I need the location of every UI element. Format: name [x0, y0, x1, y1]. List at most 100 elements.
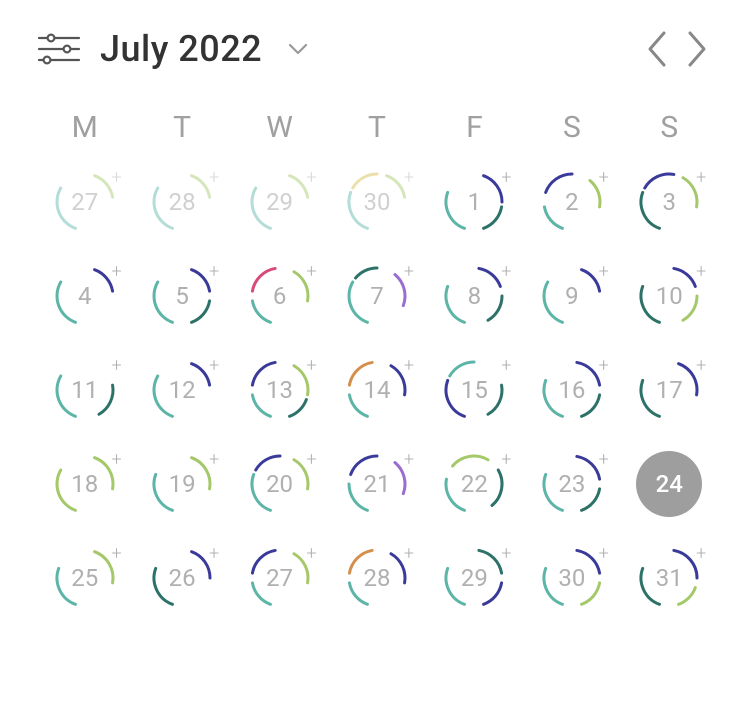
add-event-plus-icon[interactable]: + [404, 263, 414, 281]
day-number: 9 [565, 282, 579, 310]
add-event-plus-icon[interactable]: + [306, 545, 316, 563]
add-event-plus-icon[interactable]: + [696, 357, 706, 375]
weekday-label: M [36, 110, 133, 145]
day-cell[interactable]: 15+ [441, 357, 507, 423]
day-cell[interactable]: 31+ [636, 545, 702, 611]
day-number: 18 [71, 470, 98, 498]
add-event-plus-icon[interactable]: + [404, 357, 414, 375]
day-cell[interactable]: 25+ [52, 545, 118, 611]
add-event-plus-icon[interactable]: + [599, 451, 609, 469]
add-event-plus-icon[interactable]: + [404, 545, 414, 563]
day-cell[interactable]: 28+ [149, 169, 215, 235]
day-cell[interactable]: 3+ [636, 169, 702, 235]
add-event-plus-icon[interactable]: + [209, 451, 219, 469]
weekday-label: T [133, 110, 230, 145]
add-event-plus-icon[interactable]: + [501, 357, 511, 375]
weekday-label: F [426, 110, 523, 145]
day-cell[interactable]: 19+ [149, 451, 215, 517]
weekday-label: W [231, 110, 328, 145]
day-cell[interactable]: 5+ [149, 263, 215, 329]
day-cell[interactable]: 30+ [539, 545, 605, 611]
add-event-plus-icon[interactable]: + [696, 545, 706, 563]
day-cell[interactable]: 18+ [52, 451, 118, 517]
days-grid: 27+28+29+30+1+2+3+4+5+6+7+8+9+10+11+12+1… [36, 169, 718, 611]
add-event-plus-icon[interactable]: + [306, 169, 316, 187]
add-event-plus-icon[interactable]: + [404, 169, 414, 187]
add-event-plus-icon[interactable]: + [501, 545, 511, 563]
add-event-plus-icon[interactable]: + [501, 169, 511, 187]
add-event-plus-icon[interactable]: + [696, 263, 706, 281]
add-event-plus-icon[interactable]: + [306, 263, 316, 281]
add-event-plus-icon[interactable]: + [209, 357, 219, 375]
day-number: 12 [169, 376, 196, 404]
weekday-label: S [523, 110, 620, 145]
day-cell[interactable]: 21+ [344, 451, 410, 517]
month-nav [644, 29, 718, 69]
month-year-title[interactable]: July 2022 [100, 28, 262, 70]
day-cell[interactable]: 23+ [539, 451, 605, 517]
day-cell[interactable]: 7+ [344, 263, 410, 329]
day-number: 1 [468, 188, 482, 216]
add-event-plus-icon[interactable]: + [112, 169, 122, 187]
add-event-plus-icon[interactable]: + [209, 545, 219, 563]
day-cell[interactable]: 26+ [149, 545, 215, 611]
add-event-plus-icon[interactable]: + [696, 451, 706, 469]
day-number: 27 [266, 564, 293, 592]
day-cell[interactable]: 16+ [539, 357, 605, 423]
add-event-plus-icon[interactable]: + [599, 169, 609, 187]
day-number: 29 [461, 564, 488, 592]
day-number: 13 [266, 376, 293, 404]
day-cell[interactable]: 10+ [636, 263, 702, 329]
day-number: 31 [656, 564, 683, 592]
add-event-plus-icon[interactable]: + [599, 545, 609, 563]
add-event-plus-icon[interactable]: + [404, 451, 414, 469]
add-event-plus-icon[interactable]: + [209, 263, 219, 281]
day-cell[interactable]: 12+ [149, 357, 215, 423]
add-event-plus-icon[interactable]: + [599, 357, 609, 375]
day-cell[interactable]: 30+ [344, 169, 410, 235]
day-cell[interactable]: 8+ [441, 263, 507, 329]
weekday-label: S [621, 110, 718, 145]
add-event-plus-icon[interactable]: + [696, 169, 706, 187]
day-cell[interactable]: 24+ [636, 451, 702, 517]
day-number: 19 [169, 470, 196, 498]
chevron-down-icon[interactable] [288, 40, 308, 59]
add-event-plus-icon[interactable]: + [306, 357, 316, 375]
add-event-plus-icon[interactable]: + [112, 357, 122, 375]
day-number: 2 [565, 188, 579, 216]
add-event-plus-icon[interactable]: + [501, 263, 511, 281]
day-cell[interactable]: 11+ [52, 357, 118, 423]
day-number: 14 [363, 376, 390, 404]
day-cell[interactable]: 22+ [441, 451, 507, 517]
day-cell[interactable]: 4+ [52, 263, 118, 329]
add-event-plus-icon[interactable]: + [112, 451, 122, 469]
add-event-plus-icon[interactable]: + [306, 451, 316, 469]
day-number: 16 [558, 376, 585, 404]
day-number: 22 [461, 470, 488, 498]
day-number: 5 [175, 282, 189, 310]
day-cell[interactable]: 14+ [344, 357, 410, 423]
add-event-plus-icon[interactable]: + [112, 263, 122, 281]
day-number: 29 [266, 188, 293, 216]
day-cell[interactable]: 2+ [539, 169, 605, 235]
day-number: 4 [78, 282, 92, 310]
day-cell[interactable]: 17+ [636, 357, 702, 423]
day-cell[interactable]: 6+ [247, 263, 313, 329]
day-cell[interactable]: 27 + [247, 545, 313, 611]
day-cell[interactable]: 20 + [247, 451, 313, 517]
next-month-button[interactable] [686, 29, 710, 69]
settings-sliders-icon[interactable] [36, 29, 82, 69]
prev-month-button[interactable] [644, 29, 668, 69]
day-cell[interactable]: 28+ [344, 545, 410, 611]
add-event-plus-icon[interactable]: + [112, 545, 122, 563]
day-number: 20 [266, 470, 293, 498]
day-cell[interactable]: 27+ [52, 169, 118, 235]
day-cell[interactable]: 13 + [247, 357, 313, 423]
day-cell[interactable]: 29 + [247, 169, 313, 235]
day-cell[interactable]: 29+ [441, 545, 507, 611]
day-cell[interactable]: 1+ [441, 169, 507, 235]
add-event-plus-icon[interactable]: + [599, 263, 609, 281]
add-event-plus-icon[interactable]: + [501, 451, 511, 469]
add-event-plus-icon[interactable]: + [209, 169, 219, 187]
day-cell[interactable]: 9+ [539, 263, 605, 329]
